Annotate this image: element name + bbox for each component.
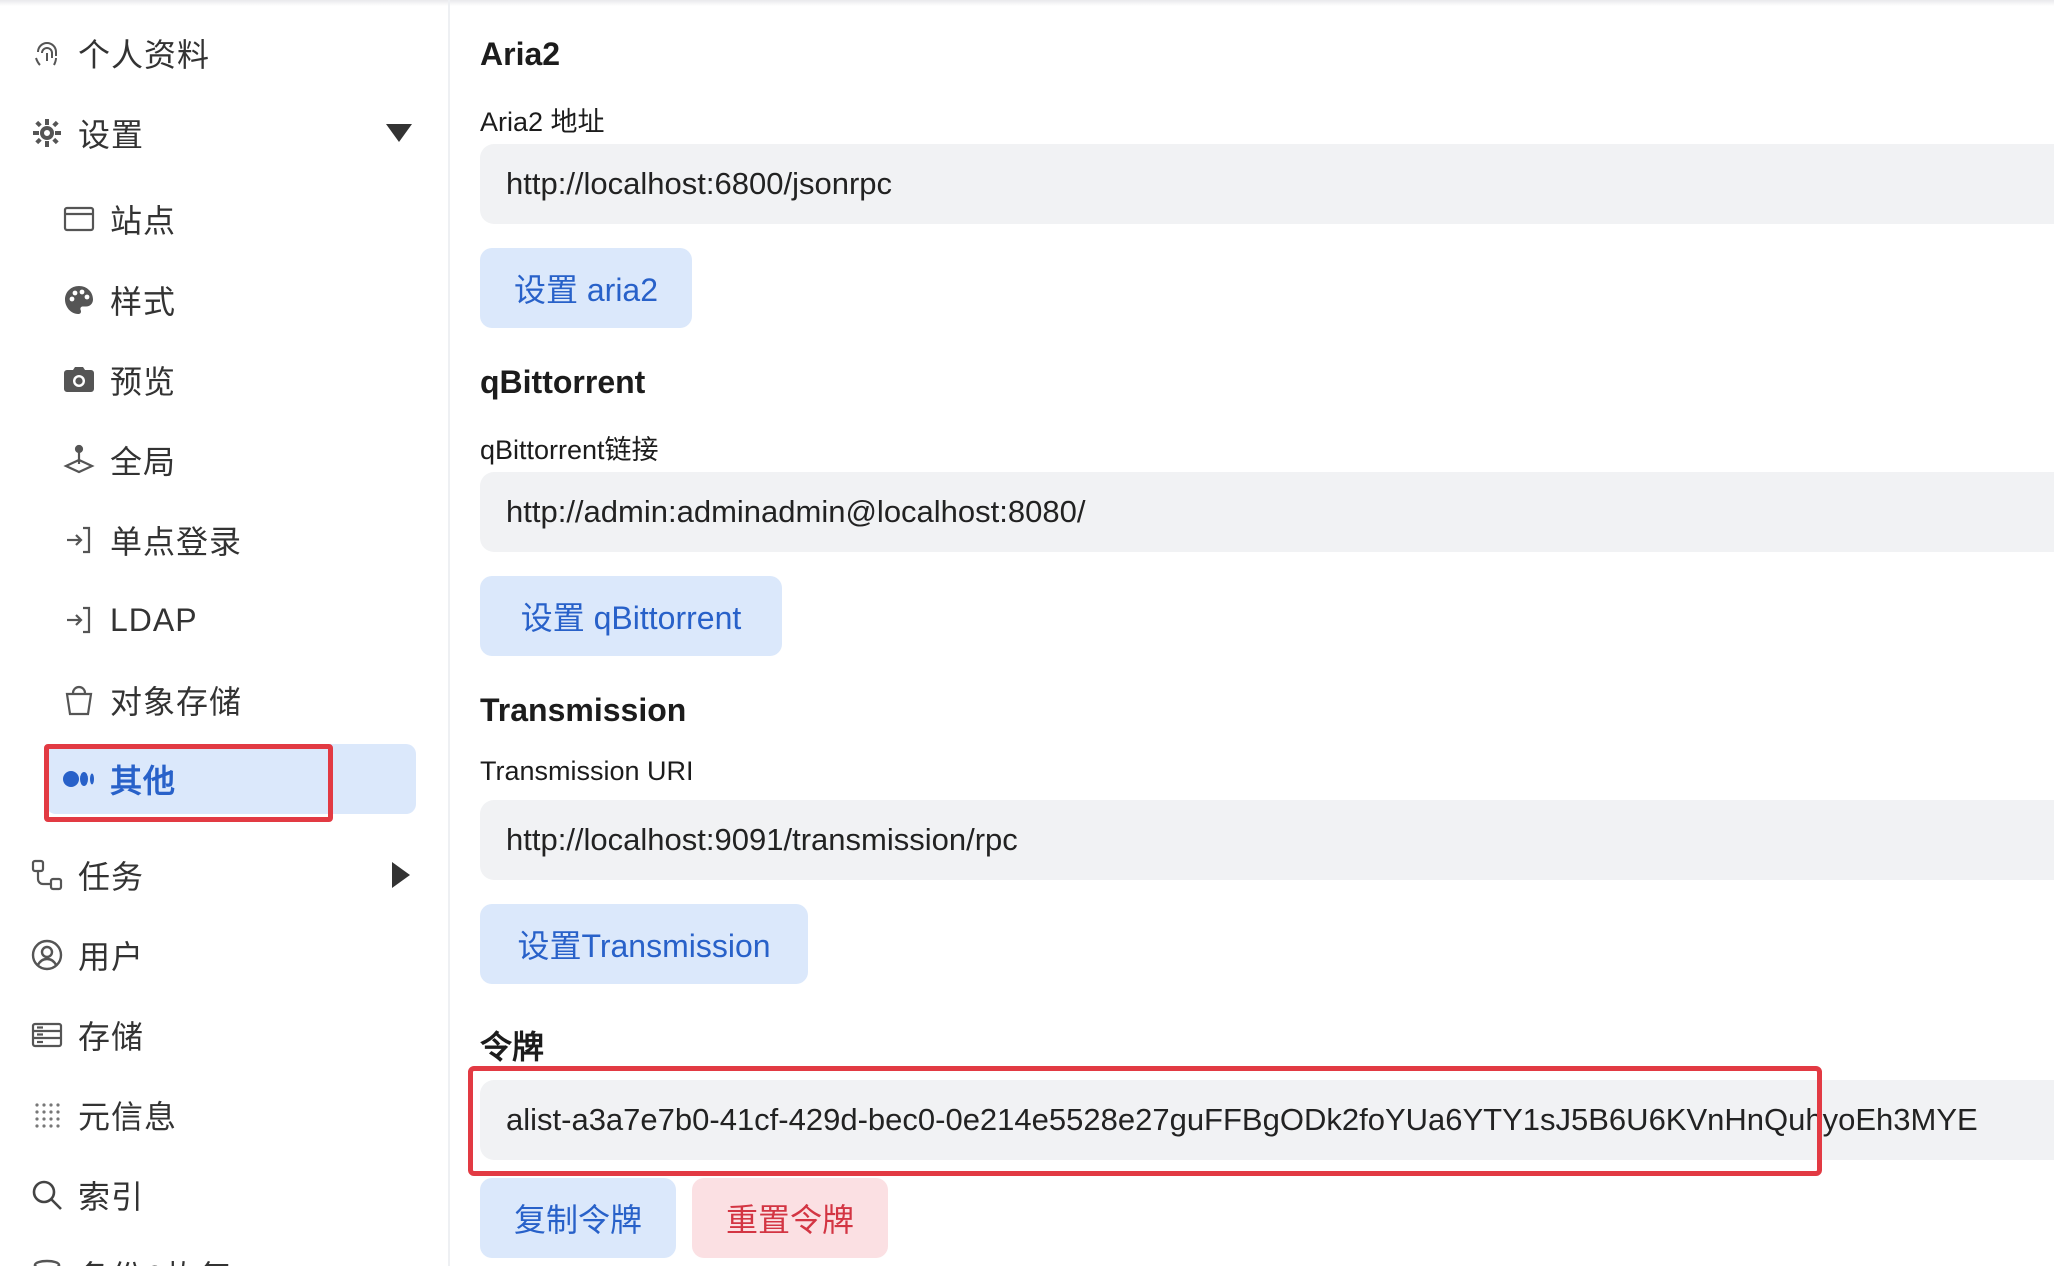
sidebar-item-settings[interactable]: 设置 [30, 98, 144, 168]
sidebar-item-storage[interactable]: 存储 [30, 1000, 144, 1070]
login-arrow-icon [62, 523, 96, 557]
sidebar-item-metadata[interactable]: 元信息 [30, 1080, 177, 1150]
qbittorrent-url-input[interactable]: http://admin:adminadmin@localhost:8080/ [480, 472, 2054, 552]
palette-icon [62, 283, 96, 317]
sidebar-item-label: 个人资料 [78, 37, 211, 73]
copy-token-button[interactable]: 复制令牌 [480, 1178, 676, 1258]
sidebar-item-label: 预览 [110, 364, 177, 400]
camera-icon [62, 363, 96, 397]
transmission-section-title: Transmission [480, 692, 687, 728]
sidebar-item-label: LDAP [110, 601, 198, 638]
transmission-field-label: Transmission URI [480, 756, 694, 786]
qbittorrent-field-label: qBittorrent链接 [480, 435, 659, 465]
sidebar-divider [448, 0, 450, 1266]
database-icon [30, 1258, 64, 1266]
sidebar-item-label: 单点登录 [110, 524, 243, 560]
sidebar-item-index[interactable]: 索引 [30, 1160, 144, 1230]
sidebar-item-label: 元信息 [78, 1099, 178, 1135]
sidebar-item-profile[interactable]: 个人资料 [30, 18, 210, 88]
highlight-outline [44, 744, 333, 822]
login-arrow-icon [62, 603, 96, 637]
set-aria2-button[interactable]: 设置 aria2 [480, 248, 692, 328]
aria2-url-input[interactable]: http://localhost:6800/jsonrpc [480, 144, 2054, 224]
sidebar-item-tasks[interactable]: 任务 [30, 840, 144, 910]
sidebar-item-label: 用户 [78, 939, 145, 975]
token-section-title: 令牌 [480, 1029, 545, 1065]
sidebar-item-label: 全局 [110, 444, 177, 480]
sidebar: 个人资料 设置 站点 样式 预览 全局 单点登录 LDAP 对象存储 其他 任务… [0, 0, 448, 1266]
sidebar-item-label: 索引 [78, 1179, 145, 1215]
fingerprint-icon [30, 36, 64, 70]
sidebar-item-label: 任务 [78, 859, 145, 895]
sidebar-item-style[interactable]: 样式 [62, 265, 176, 335]
set-transmission-button[interactable]: 设置Transmission [480, 904, 808, 984]
search-icon [30, 1178, 64, 1212]
sidebar-item-object-storage[interactable]: 对象存储 [62, 665, 242, 735]
sidebar-item-label: 设置 [78, 117, 145, 153]
sidebar-item-backup[interactable]: 备份&恢复 [30, 1240, 232, 1266]
sidebar-item-label: 备份&恢复 [78, 1252, 232, 1266]
reset-token-button[interactable]: 重置令牌 [692, 1178, 888, 1258]
joystick-icon [62, 443, 96, 477]
sidebar-item-label: 对象存储 [110, 684, 243, 720]
settings-page: 个人资料 设置 站点 样式 预览 全局 单点登录 LDAP 对象存储 其他 任务… [0, 0, 2054, 1266]
sidebar-item-preview[interactable]: 预览 [62, 345, 176, 415]
highlight-outline [468, 1066, 1822, 1176]
bucket-icon [62, 683, 96, 717]
gear-icon [30, 116, 64, 150]
storage-icon [30, 1018, 64, 1052]
set-qbittorrent-button[interactable]: 设置 qBittorrent [480, 576, 782, 656]
sidebar-item-sso[interactable]: 单点登录 [62, 505, 242, 575]
sidebar-item-users[interactable]: 用户 [30, 920, 144, 990]
user-circle-icon [30, 938, 64, 972]
window-icon [62, 202, 96, 236]
aria2-section-title: Aria2 [480, 36, 561, 72]
sidebar-item-ldap[interactable]: LDAP [62, 585, 198, 655]
qbittorrent-section-title: qBittorrent [480, 364, 646, 400]
flow-icon [30, 858, 64, 892]
caret-down-icon[interactable] [384, 122, 414, 149]
sidebar-item-label: 站点 [110, 203, 177, 239]
caret-right-icon[interactable] [390, 860, 412, 895]
sidebar-item-site[interactable]: 站点 [62, 184, 176, 254]
aria2-field-label: Aria2 地址 [480, 107, 605, 137]
sidebar-item-global[interactable]: 全局 [62, 425, 176, 495]
sidebar-item-label: 样式 [110, 284, 177, 320]
transmission-uri-input[interactable]: http://localhost:9091/transmission/rpc [480, 800, 2054, 880]
sidebar-item-label: 存储 [78, 1019, 145, 1055]
dot-grid-icon [30, 1098, 64, 1132]
